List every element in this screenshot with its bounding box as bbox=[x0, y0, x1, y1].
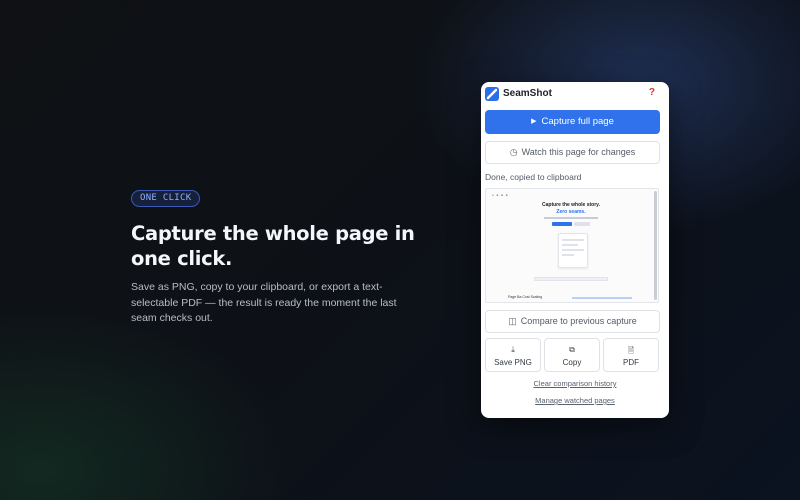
compare-icon: ◫ bbox=[508, 316, 517, 326]
preview-secondary-button bbox=[574, 222, 590, 226]
download-icon: ⤓ bbox=[511, 345, 515, 354]
document-icon: 🗎 bbox=[627, 346, 635, 355]
compare-label: Compare to previous capture bbox=[520, 316, 637, 326]
copy-button[interactable]: ⧉ Copy bbox=[544, 338, 600, 372]
preview-description-line bbox=[544, 217, 598, 219]
pdf-button[interactable]: 🗎 PDF bbox=[603, 338, 659, 372]
capture-label: Capture full page bbox=[541, 116, 614, 127]
copy-icon: ⧉ bbox=[569, 345, 575, 354]
manage-watched-link[interactable]: Manage watched pages bbox=[481, 396, 669, 405]
copy-label: Copy bbox=[562, 358, 582, 367]
preview-nav: ● ■ ■ ■ bbox=[492, 193, 509, 197]
watch-label: Watch this page for changes bbox=[521, 147, 636, 157]
preview-card bbox=[558, 233, 588, 268]
hero-description: Save as PNG, copy to your clipboard, or … bbox=[131, 281, 397, 324]
status-text: Done, copied to clipboard bbox=[485, 172, 582, 182]
watch-page-button[interactable]: ◷ Watch this page for changes bbox=[485, 141, 660, 164]
action-tiles: ⤓ Save PNG ⧉ Copy 🗎 PDF bbox=[485, 338, 661, 372]
one-click-badge: ONE CLICK bbox=[131, 190, 201, 207]
app-name: SeamShot bbox=[503, 88, 552, 99]
preview-bar bbox=[534, 277, 608, 281]
preview-primary-button bbox=[552, 222, 572, 226]
hero-title: Capture the whole page in one click. bbox=[131, 222, 415, 270]
seamshot-popup: SeamShot ? ▶ Capture full page ◷ Watch thi… bbox=[481, 82, 669, 418]
save-png-label: Save PNG bbox=[494, 358, 532, 367]
save-png-button[interactable]: ⤓ Save PNG bbox=[485, 338, 541, 372]
seamshot-logo-icon bbox=[485, 87, 499, 101]
preview-scrollbar[interactable] bbox=[654, 191, 657, 300]
play-icon: ▶ bbox=[531, 118, 537, 125]
clear-history-link[interactable]: Clear comparison history bbox=[481, 379, 669, 388]
help-icon[interactable]: ? bbox=[649, 87, 655, 98]
preview-subtitle: Zero seams. bbox=[556, 209, 586, 215]
clock-icon: ◷ bbox=[509, 147, 518, 157]
compare-button[interactable]: ◫ Compare to previous capture bbox=[485, 310, 660, 333]
capture-full-page-button[interactable]: ▶ Capture full page bbox=[485, 110, 660, 134]
capture-preview[interactable]: ● ■ ■ ■ Capture the whole story. Zero se… bbox=[485, 188, 659, 303]
popup-header: SeamShot ? bbox=[485, 87, 665, 103]
preview-section-label: Page Ba Cost Scaling bbox=[508, 295, 543, 299]
preview-line bbox=[572, 297, 632, 299]
pdf-label: PDF bbox=[623, 358, 639, 367]
preview-title: Capture the whole story. bbox=[542, 202, 600, 208]
